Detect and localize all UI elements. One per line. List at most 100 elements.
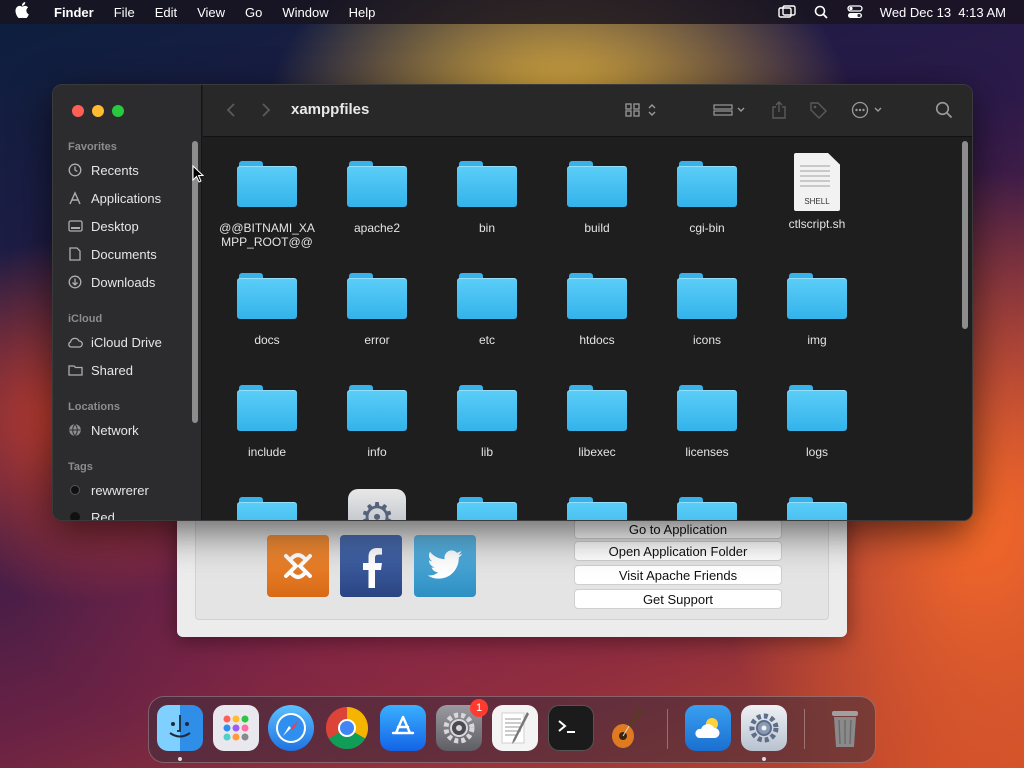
- finder-window: Favorites Recents Applications Desktop D…: [52, 84, 973, 521]
- menu-window[interactable]: Window: [272, 5, 338, 20]
- file-item-img[interactable]: img: [765, 269, 869, 347]
- search-icon[interactable]: [933, 100, 955, 120]
- sidebar-tag-red[interactable]: Red: [67, 506, 115, 521]
- sidebar-item-desktop[interactable]: Desktop: [67, 215, 139, 237]
- file-item-icons[interactable]: icons: [655, 269, 759, 347]
- file-item-partial-app[interactable]: ⚙: [325, 489, 429, 520]
- chrome-icon[interactable]: [324, 705, 370, 751]
- zoom-window-button[interactable]: [112, 105, 124, 117]
- file-item-logs[interactable]: logs: [765, 381, 869, 459]
- sidebar-item-downloads[interactable]: Downloads: [67, 271, 155, 293]
- weather-icon[interactable]: [685, 705, 731, 751]
- menu-edit[interactable]: Edit: [145, 5, 187, 20]
- file-item-info[interactable]: info: [325, 381, 429, 459]
- twitter-icon[interactable]: [414, 535, 476, 597]
- sidebar-item-label: Network: [91, 422, 139, 438]
- menu-file[interactable]: File: [104, 5, 145, 20]
- folder-icon: [677, 381, 737, 431]
- finder-icon[interactable]: [157, 705, 203, 751]
- folder-icon: [457, 493, 517, 520]
- content-scrollbar[interactable]: [962, 141, 968, 329]
- minimize-window-button[interactable]: [92, 105, 104, 117]
- file-label: apache2: [353, 221, 401, 235]
- sidebar-item-documents[interactable]: Documents: [67, 243, 157, 265]
- app-store-icon[interactable]: [380, 705, 426, 751]
- dock-separator: [667, 709, 668, 749]
- forward-chevron-icon[interactable]: [258, 100, 274, 120]
- file-item-apache2[interactable]: apache2: [325, 157, 429, 235]
- file-item-bitnami-xampp-root[interactable]: @@BITNAMI_XAMPP_ROOT@@: [215, 157, 319, 249]
- file-item-docs[interactable]: docs: [215, 269, 319, 347]
- file-item-partial[interactable]: [765, 493, 869, 520]
- menu-view[interactable]: View: [187, 5, 235, 20]
- file-item-bin[interactable]: bin: [435, 157, 539, 235]
- file-item-etc[interactable]: etc: [435, 269, 539, 347]
- control-center-icon[interactable]: [846, 5, 864, 19]
- sidebar-item-applications[interactable]: Applications: [67, 187, 161, 209]
- folder-icon: [787, 381, 847, 431]
- close-window-button[interactable]: [72, 105, 84, 117]
- sidebar-item-icloud-drive[interactable]: iCloud Drive: [67, 331, 162, 353]
- file-item-licenses[interactable]: licenses: [655, 381, 759, 459]
- file-label: build: [584, 221, 610, 235]
- spotlight-search-icon[interactable]: [812, 5, 830, 19]
- file-label: img: [807, 333, 827, 347]
- share-icon[interactable]: [769, 100, 789, 120]
- open-application-folder-button[interactable]: Open Application Folder: [574, 541, 782, 561]
- menu-finder[interactable]: Finder: [44, 5, 104, 20]
- sidebar-tag-rewwrerer[interactable]: rewwrerer: [67, 479, 149, 501]
- sidebar-item-label: Red: [91, 509, 115, 521]
- garageband-icon[interactable]: [604, 705, 650, 751]
- textedit-icon[interactable]: [492, 705, 538, 751]
- sidebar-item-shared[interactable]: Shared: [67, 359, 133, 381]
- download-icon: [67, 275, 83, 289]
- sidebar-item-recents[interactable]: Recents: [67, 159, 139, 181]
- xampp-logo-icon[interactable]: [267, 535, 329, 597]
- back-chevron-icon[interactable]: [223, 100, 239, 120]
- sidebar-section-favorites: Favorites: [68, 141, 117, 153]
- file-item-htdocs[interactable]: htdocs: [545, 269, 649, 347]
- sidebar-section-tags: Tags: [68, 461, 93, 473]
- go-to-application-button[interactable]: Go to Application: [574, 519, 782, 539]
- tag-icon[interactable]: [807, 100, 829, 120]
- file-item-include[interactable]: include: [215, 381, 319, 459]
- file-item-error[interactable]: error: [325, 269, 429, 347]
- tag-color-dot-icon: [70, 512, 80, 520]
- sidebar-item-network[interactable]: Network: [67, 419, 139, 441]
- file-item-lib[interactable]: lib: [435, 381, 539, 459]
- screen-mirroring-icon[interactable]: [778, 5, 796, 19]
- file-label: libexec: [578, 445, 616, 459]
- more-actions-icon[interactable]: [849, 100, 889, 120]
- file-item-partial[interactable]: [435, 493, 539, 520]
- system-settings-icon[interactable]: 1: [436, 699, 488, 751]
- safari-icon[interactable]: [268, 705, 314, 751]
- xampp-manager-icon[interactable]: [741, 705, 787, 751]
- facebook-icon[interactable]: [340, 535, 402, 597]
- view-mode-icon[interactable]: [623, 100, 663, 120]
- launchpad-icon[interactable]: [213, 705, 259, 751]
- folder-icon: [677, 157, 737, 207]
- sidebar-item-label: Documents: [91, 246, 157, 262]
- menu-go[interactable]: Go: [235, 5, 272, 20]
- file-item-partial[interactable]: [655, 493, 759, 520]
- menu-help[interactable]: Help: [339, 5, 386, 20]
- globe-icon: [67, 423, 83, 437]
- terminal-icon[interactable]: [548, 705, 594, 751]
- folder-icon: [347, 381, 407, 431]
- file-item-ctlscript-sh[interactable]: SHELL ctlscript.sh: [765, 153, 869, 231]
- file-item-partial[interactable]: [545, 493, 649, 520]
- trash-icon[interactable]: [822, 705, 868, 751]
- file-item-libexec[interactable]: libexec: [545, 381, 649, 459]
- sidebar-scrollbar[interactable]: [192, 141, 198, 423]
- get-support-button[interactable]: Get Support: [574, 589, 782, 609]
- menu-clock[interactable]: Wed Dec 13 4:13 AM: [880, 5, 1006, 20]
- group-by-icon[interactable]: [711, 100, 751, 120]
- file-label: licenses: [685, 445, 729, 459]
- file-item-cgi-bin[interactable]: cgi-bin: [655, 157, 759, 235]
- apple-menu-icon[interactable]: [0, 2, 44, 22]
- visit-apache-friends-button[interactable]: Visit Apache Friends: [574, 565, 782, 585]
- shell-script-file-icon: SHELL: [794, 153, 840, 211]
- xampp-manager-window: Go to Application Open Application Folde…: [177, 505, 847, 637]
- file-item-partial[interactable]: [215, 493, 319, 520]
- file-item-build[interactable]: build: [545, 157, 649, 235]
